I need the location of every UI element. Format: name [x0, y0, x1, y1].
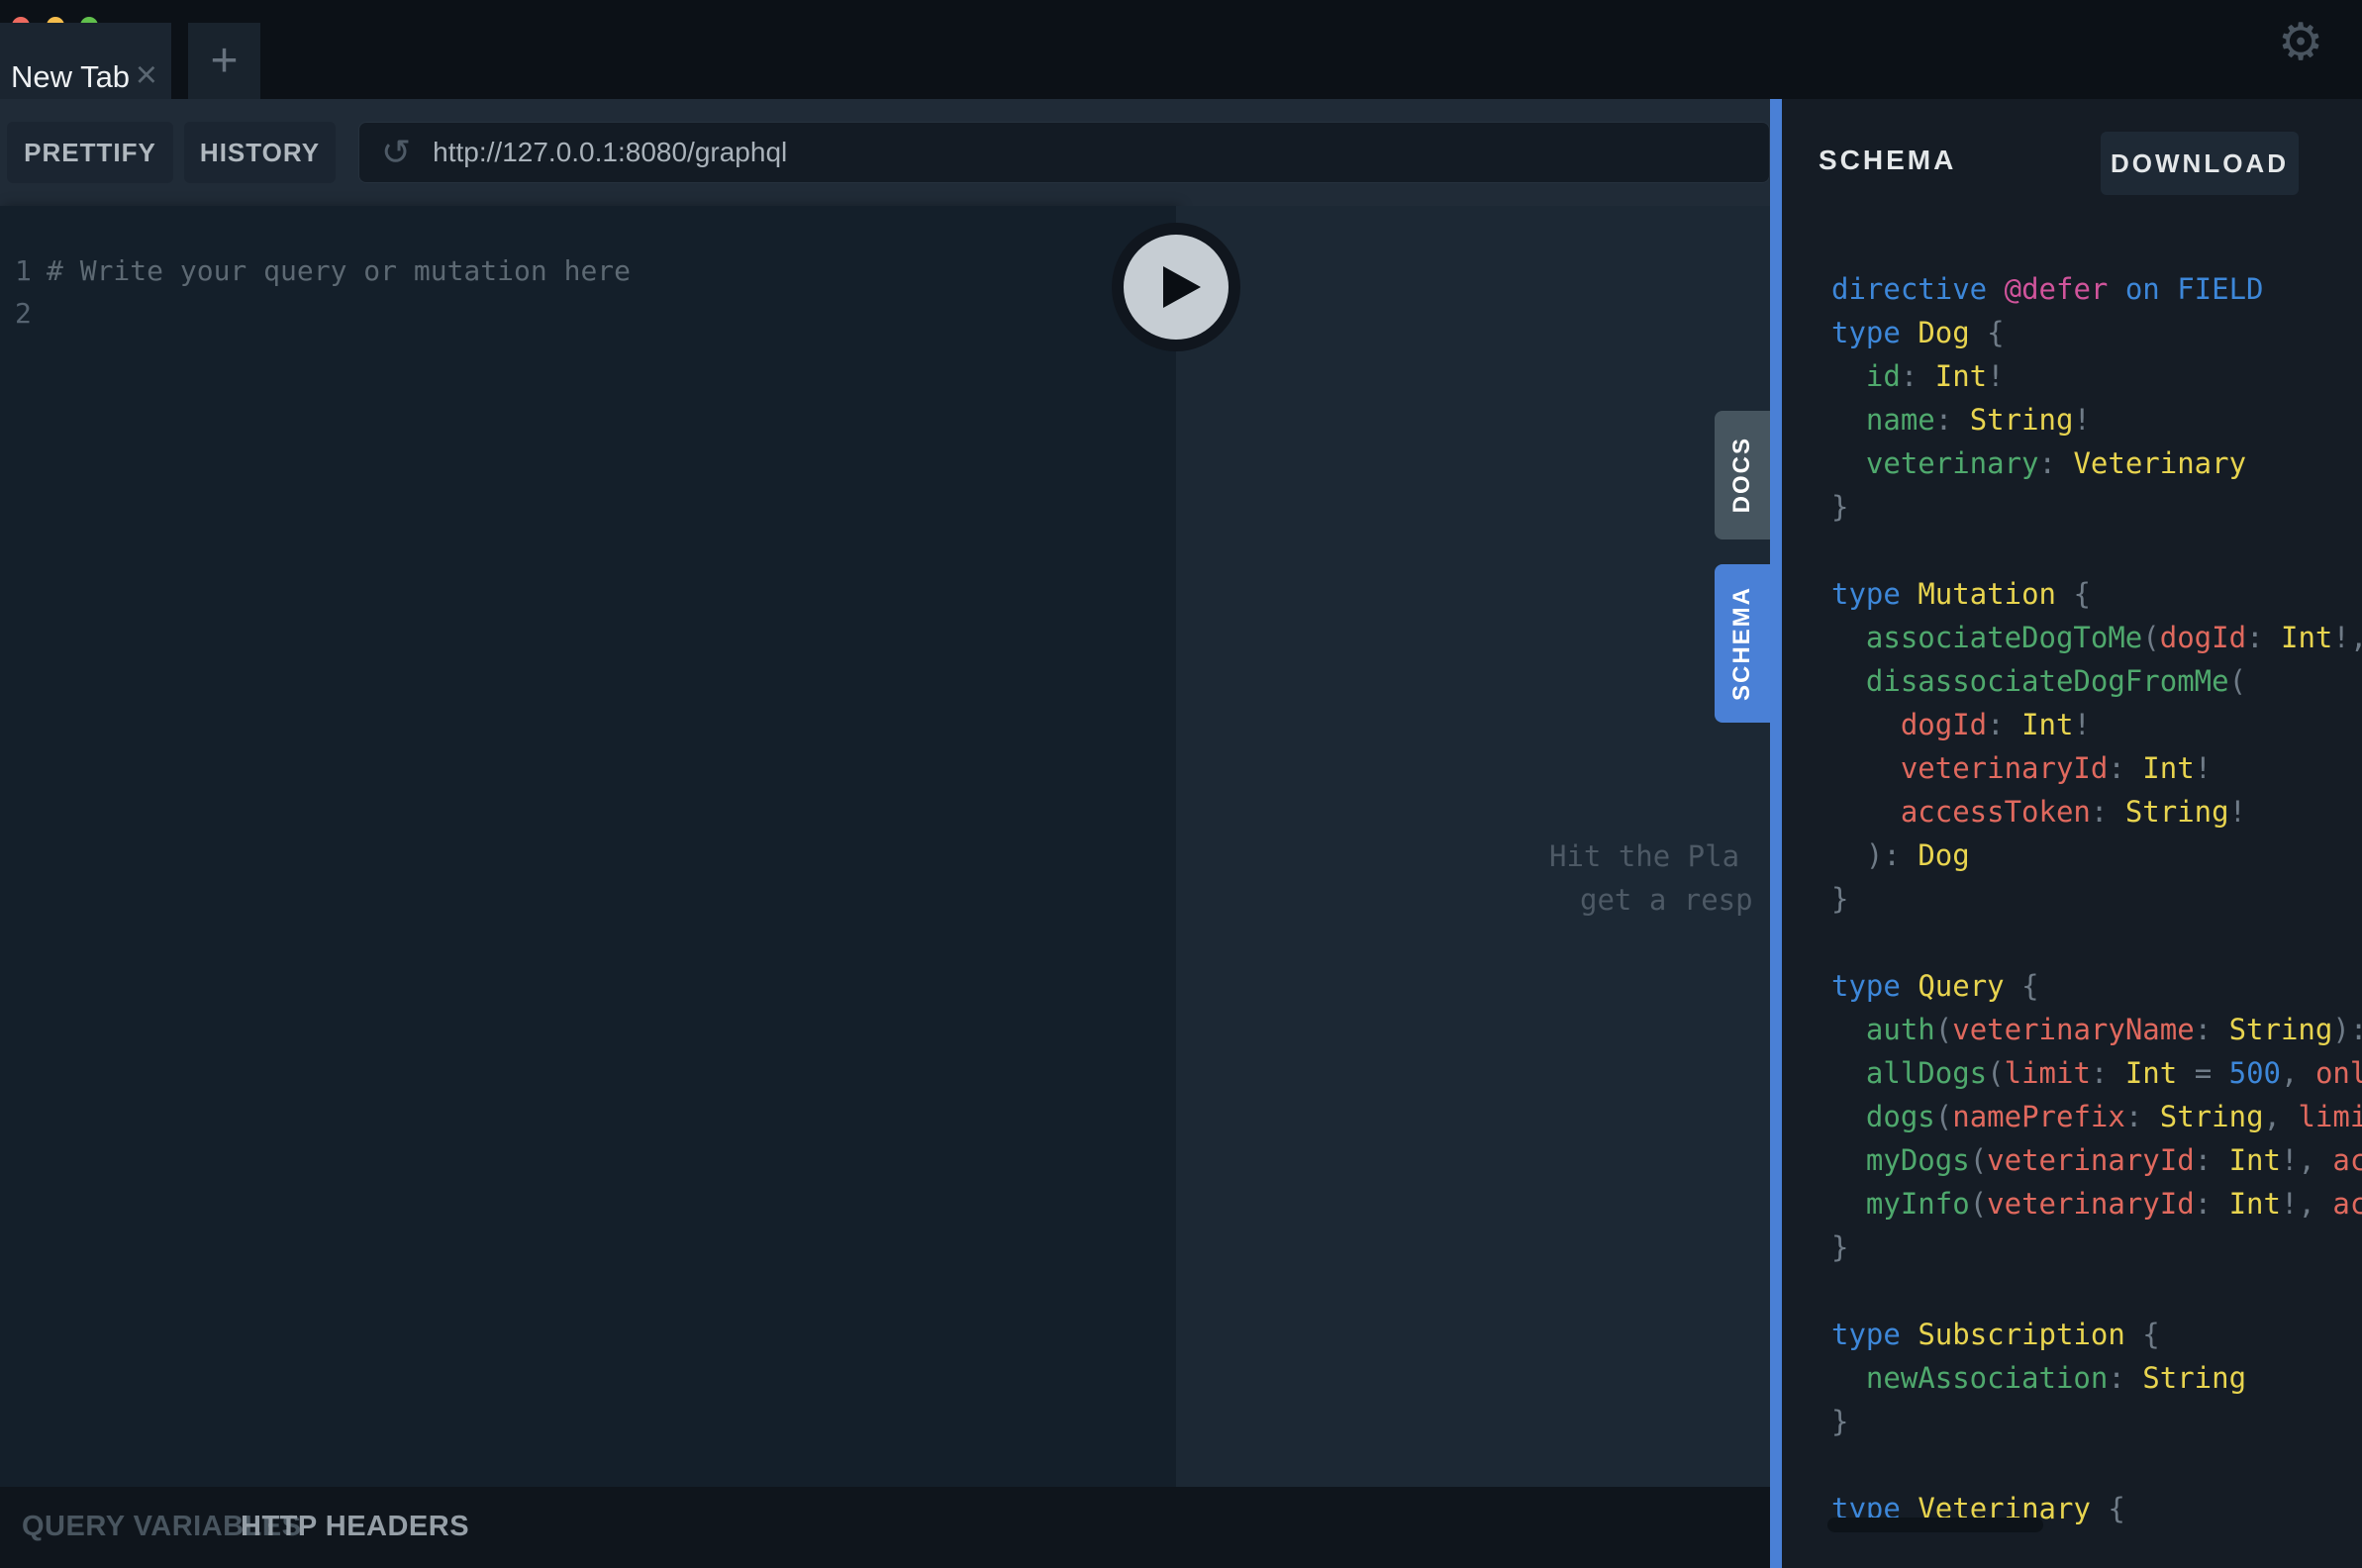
schema-code: directive @defer on FIELD type Dog { id: …: [1831, 267, 2362, 1530]
history-button[interactable]: HISTORY: [184, 122, 336, 183]
schema-code-line: [1831, 1269, 2362, 1313]
tab-new-tab[interactable]: New Tab ×: [0, 23, 171, 99]
schema-code-line: myDogs(veterinaryId: Int!, ac: [1831, 1143, 2362, 1177]
add-tab-button[interactable]: +: [188, 23, 260, 99]
download-schema-button[interactable]: DOWNLOAD: [2101, 132, 2299, 195]
reload-icon[interactable]: ↺: [381, 135, 411, 170]
schema-code-line: veterinary: Veterinary: [1831, 446, 2247, 480]
schema-code-line: disassociateDogFromMe(: [1831, 664, 2247, 698]
schema-code-line: }: [1831, 490, 1849, 524]
editor-line: 2: [0, 292, 1176, 335]
schema-code-line: id: Int!: [1831, 359, 2005, 393]
schema-side-tab[interactable]: SCHEMA: [1715, 564, 1770, 723]
schema-code-line: [1831, 1443, 2362, 1487]
schema-code-line: }: [1831, 1405, 1849, 1438]
schema-code-line: dogs(namePrefix: String, limi: [1831, 1100, 2362, 1133]
schema-panel-title: SCHEMA: [1819, 145, 1957, 175]
graphql-playground-window: New Tab × + ⚙ PRETTIFY HISTORY ↺ http://…: [0, 0, 2362, 1568]
editor-line: 1 # Write your query or mutation here: [0, 249, 1176, 292]
schema-code-line: type Subscription {: [1831, 1318, 2160, 1351]
schema-code-line: ): Dog: [1831, 838, 1970, 872]
top-tab-bar: New Tab × + ⚙: [0, 0, 2362, 99]
schema-code-line: allDogs(limit: Int = 500, onl: [1831, 1056, 2362, 1090]
docs-side-tab-label: DOCS: [1728, 437, 1755, 514]
play-icon: [1163, 266, 1201, 308]
schema-code-line: associateDogToMe(dogId: Int!,: [1831, 621, 2362, 654]
query-editor[interactable]: 1 # Write your query or mutation here 2: [0, 206, 1176, 1487]
schema-code-line: [1831, 921, 2362, 964]
endpoint-url-input[interactable]: ↺ http://127.0.0.1:8080/graphql: [358, 122, 1770, 183]
schema-code-line: veterinaryId: Int!: [1831, 751, 2213, 785]
docs-side-tab[interactable]: DOCS: [1715, 411, 1770, 539]
schema-side-tab-label: SCHEMA: [1728, 585, 1755, 701]
response-placeholder-text: get a resp: [1580, 883, 1753, 917]
line-number: 2: [15, 297, 32, 330]
plus-icon: +: [210, 35, 239, 87]
bottom-bar: QUERY VARIABLES HTTP HEADERS: [0, 1487, 1770, 1568]
tab-close-icon[interactable]: ×: [136, 56, 157, 94]
schema-code-line: accessToken: String!: [1831, 795, 2247, 829]
schema-code-line: auth(veterinaryName: String):: [1831, 1013, 2362, 1046]
settings-gear-icon[interactable]: ⚙: [2273, 8, 2328, 77]
tab-title: New Tab: [11, 59, 131, 94]
schema-code-line: dogId: Int!: [1831, 708, 2091, 741]
response-pane: Hit the Pla get a resp: [1176, 206, 1770, 1487]
line-number: 1: [15, 254, 32, 287]
schema-panel: SCHEMA DOWNLOAD directive @defer on FIEL…: [1782, 99, 2362, 1568]
schema-code-line: type Query {: [1831, 969, 2039, 1003]
schema-code-line: }: [1831, 882, 1849, 916]
response-placeholder-text: Hit the Pla: [1549, 839, 1740, 873]
editor-line-text: # Write your query or mutation here: [47, 254, 632, 287]
schema-code-line: name: String!: [1831, 403, 2091, 437]
endpoint-url-text: http://127.0.0.1:8080/graphql: [433, 137, 788, 167]
toolbar: PRETTIFY HISTORY ↺ http://127.0.0.1:8080…: [0, 99, 1770, 206]
schema-code-line: newAssociation: String: [1831, 1361, 2247, 1395]
schema-code-line: type Dog {: [1831, 316, 2005, 349]
schema-panel-divider[interactable]: [1770, 99, 1782, 1568]
schema-code-line: directive @defer on FIELD: [1831, 272, 2264, 306]
schema-code-line: myInfo(veterinaryId: Int!, ac: [1831, 1187, 2362, 1221]
schema-code-line: [1831, 529, 2362, 572]
execute-play-button[interactable]: [1112, 223, 1240, 351]
schema-code-line: type Mutation {: [1831, 577, 2091, 611]
prettify-button[interactable]: PRETTIFY: [7, 122, 173, 183]
horizontal-scrollbar-thumb[interactable]: [1827, 1518, 2043, 1532]
schema-code-line: }: [1831, 1230, 1849, 1264]
http-headers-tab[interactable]: HTTP HEADERS: [241, 1511, 469, 1543]
